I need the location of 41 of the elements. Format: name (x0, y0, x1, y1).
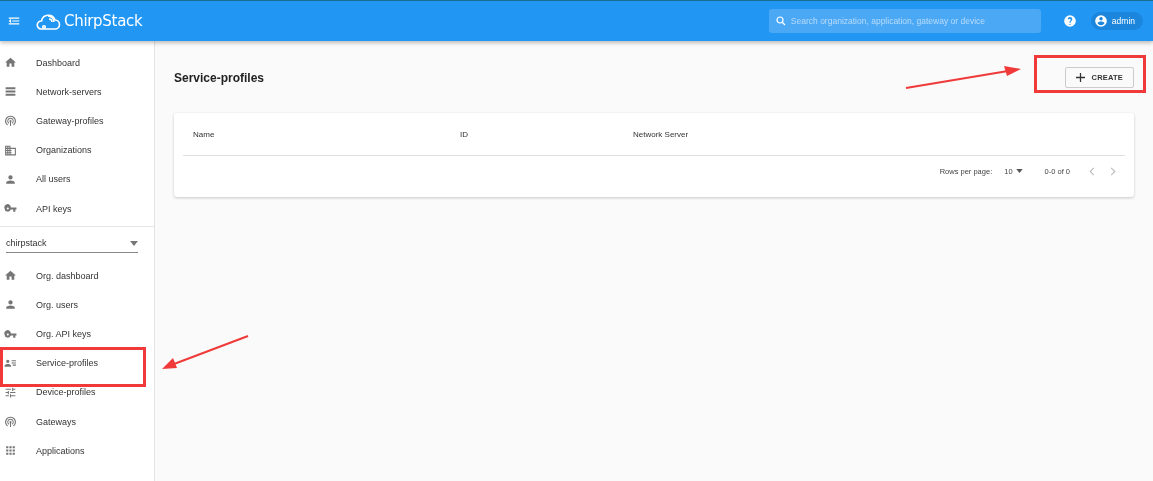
next-page-icon[interactable] (1109, 166, 1117, 176)
column-header: ID (460, 129, 469, 139)
cloud-logo-icon (35, 11, 61, 31)
dropdown-caret-icon (1015, 169, 1023, 173)
sidebar-item[interactable]: Org. API keys (0, 319, 154, 349)
sliders-icon (4, 385, 17, 399)
help-icon[interactable] (1062, 14, 1077, 28)
column-header: Network Server (633, 129, 690, 139)
key-icon (4, 327, 17, 341)
sidebar-item[interactable]: Org. dashboard (0, 261, 154, 291)
signal-icon (4, 415, 17, 429)
account-icon (1093, 14, 1108, 28)
sidebar-item[interactable]: Organizations (0, 135, 154, 165)
sidebar-item[interactable]: Device-profiles (0, 377, 154, 408)
organization-select[interactable]: chirpstack (6, 234, 138, 254)
home-icon (4, 269, 17, 283)
sidebar-item[interactable]: Gateway-profiles (0, 106, 154, 136)
server-stack-icon (4, 85, 17, 99)
building-icon (4, 143, 17, 157)
sidebar-item[interactable]: Network-servers (0, 77, 154, 107)
sidebar-item[interactable]: Org. users (0, 290, 154, 320)
page-title: Service-profiles (174, 71, 265, 85)
brand-name: ChirpStack (64, 12, 143, 30)
previous-page-icon[interactable] (1088, 166, 1096, 176)
grid-icon (4, 444, 17, 458)
sidebar-item[interactable]: API keys (0, 193, 154, 224)
sidebar-item[interactable]: Dashboard (0, 48, 154, 78)
user-menu-button[interactable]: admin (1090, 12, 1143, 30)
sidebar-item[interactable]: Gateways (0, 407, 154, 437)
person-icon (4, 298, 17, 312)
home-icon (4, 56, 17, 70)
column-header: Name (193, 129, 216, 139)
sidebar-item[interactable]: Service-profiles (0, 348, 154, 378)
search-field[interactable]: Search organization, application, gateway or device (768, 9, 1041, 33)
dropdown-caret-icon (130, 240, 138, 246)
sidebar-item[interactable]: Applications (0, 436, 154, 466)
sidebar-item[interactable]: All users (0, 164, 154, 194)
person-icon (4, 172, 17, 186)
signal-icon (4, 114, 17, 128)
search-icon (774, 15, 787, 27)
plus-icon (1075, 72, 1085, 82)
